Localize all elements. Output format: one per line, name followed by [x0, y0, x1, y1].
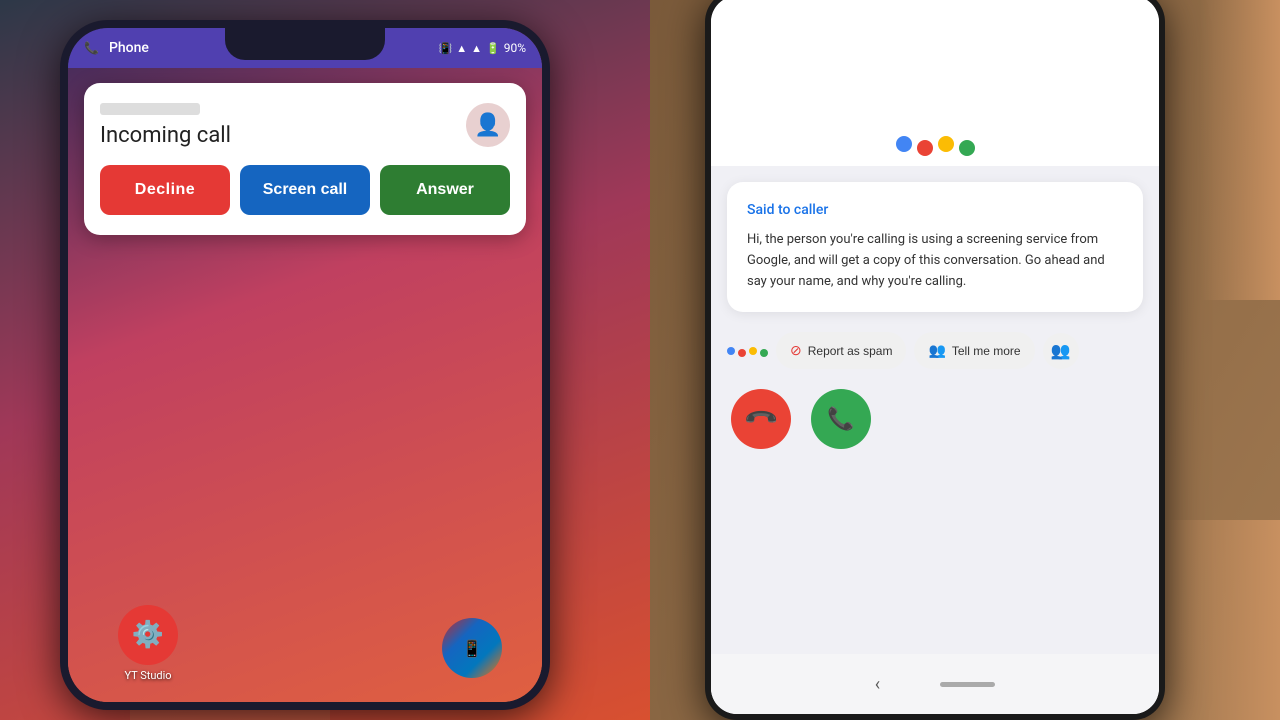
screening-card: Said to caller Hi, the person you're cal… — [727, 182, 1143, 312]
notch — [225, 28, 385, 60]
action-buttons-row: ⊘ Report as spam 👥 Tell me more 👥 — [711, 328, 1159, 373]
battery-level: 90% — [504, 41, 526, 55]
report-spam-button[interactable]: ⊘ Report as spam — [776, 332, 906, 369]
right-panel: Said to caller Hi, the person you're cal… — [650, 0, 1280, 720]
call-controls: 📞 📞 — [711, 373, 1159, 449]
tell-more-button[interactable]: 👥 Tell me more — [914, 332, 1034, 369]
google-dots-small — [727, 345, 768, 357]
answer-button[interactable]: Answer — [380, 165, 510, 215]
yt-studio-label: YT Studio — [124, 669, 171, 682]
decline-button[interactable]: Decline — [100, 165, 230, 215]
social-apps-icon[interactable]: 📱 — [442, 618, 502, 682]
end-call-button[interactable]: 📞 — [719, 377, 804, 462]
wifi-icon: ▲ — [456, 42, 467, 55]
avatar: 👤 — [466, 103, 510, 147]
battery-icon: 🔋 — [486, 42, 500, 55]
contacts-button[interactable]: 👥 — [1043, 333, 1079, 369]
answer-call-button[interactable]: 📞 — [811, 389, 871, 449]
screen-call-button[interactable]: Screen call — [240, 165, 370, 215]
no-entry-icon: ⊘ — [790, 342, 802, 359]
incoming-call-card: Incoming call 👤 Decline Screen call Answ… — [84, 83, 526, 235]
user-icon: 👤 — [474, 113, 501, 138]
phone-status-icon: 📞 — [84, 41, 99, 55]
google-assistant-logo — [896, 132, 975, 156]
screening-message: Hi, the person you're calling is using a… — [747, 230, 1123, 292]
person-plus-icon: 👥 — [928, 342, 945, 359]
signal-icon: ▲ — [471, 42, 482, 55]
yt-studio-icon[interactable]: ⚙️ YT Studio — [118, 605, 178, 682]
navigation-bar: ‹ — [711, 654, 1159, 714]
phone-device-left: 📞 Phone 📳 ▲ ▲ 🔋 90% — [60, 20, 550, 710]
vibrate-icon: 📳 — [439, 42, 453, 55]
said-to-caller-label: Said to caller — [747, 202, 1123, 218]
incoming-call-label: Incoming call — [100, 123, 231, 148]
back-button[interactable]: ‹ — [875, 674, 880, 695]
home-indicator[interactable] — [940, 682, 995, 687]
call-action-buttons: Decline Screen call Answer — [100, 165, 510, 215]
contacts-icon: 👥 — [1051, 341, 1071, 360]
app-name: Phone — [109, 40, 149, 56]
phone-device-right: Said to caller Hi, the person you're cal… — [705, 0, 1165, 720]
left-panel: 📞 Phone 📳 ▲ ▲ 🔋 90% — [0, 0, 650, 720]
